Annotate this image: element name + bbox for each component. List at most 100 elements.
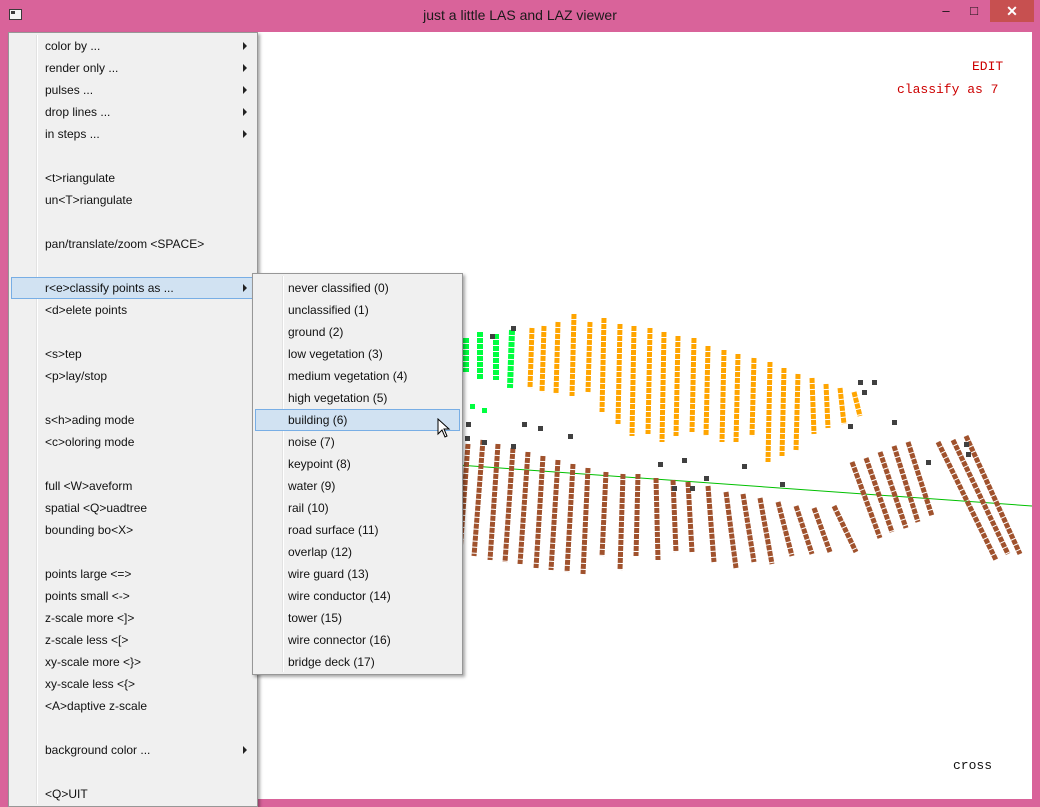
- menu-item-s-h-ading-mode[interactable]: s<h>ading mode: [11, 409, 255, 431]
- class-item-building-6[interactable]: building (6): [255, 409, 460, 431]
- menu-item-p-lay-stop[interactable]: <p>lay/stop: [11, 365, 255, 387]
- menu-item-label: xy-scale more <}>: [45, 655, 142, 669]
- menu-item-label: s<h>ading mode: [45, 413, 135, 427]
- menu-item-q-uit[interactable]: <Q>UIT: [11, 783, 255, 805]
- minimize-button[interactable]: –: [930, 0, 962, 22]
- class-item-overlap-12[interactable]: overlap (12): [255, 541, 460, 563]
- menu-item-label: z-scale less <[>: [45, 633, 129, 647]
- close-button[interactable]: ✕: [990, 0, 1034, 22]
- class-item-label: tower (15): [288, 611, 343, 625]
- unclassified-point: [862, 390, 867, 395]
- ground-scanline: [548, 459, 561, 571]
- menu-item-s-tep[interactable]: <s>tep: [11, 343, 255, 365]
- menu-item-spatial-q-uadtree[interactable]: spatial <Q>uadtree: [11, 497, 255, 519]
- menu-item-in-steps[interactable]: in steps ...: [11, 123, 255, 145]
- menu-item-label: render only ...: [45, 61, 119, 75]
- class-item-label: medium vegetation (4): [288, 369, 408, 383]
- menu-item-t-riangulate[interactable]: <t>riangulate: [11, 167, 255, 189]
- menu-item-r-e-classify-points-as[interactable]: r<e>classify points as ...: [11, 277, 255, 299]
- class-item-ground-2[interactable]: ground (2): [255, 321, 460, 343]
- class-item-never-classified-0[interactable]: never classified (0): [255, 277, 460, 299]
- unclassified-point: [465, 436, 470, 441]
- building-scanline: [779, 367, 787, 457]
- ground-scanline: [831, 504, 859, 554]
- menu-item-a-daptive-z-scale[interactable]: <A>daptive z-scale: [11, 695, 255, 717]
- class-item-water-9[interactable]: water (9): [255, 475, 460, 497]
- menu-item-un-t-riangulate[interactable]: un<T>riangulate: [11, 189, 255, 211]
- unclassified-point: [511, 444, 516, 449]
- menu-item-d-elete-points[interactable]: <d>elete points: [11, 299, 255, 321]
- menu-item-label: background color ...: [45, 743, 151, 757]
- unclassified-point: [742, 464, 747, 469]
- building-scanline: [749, 357, 757, 437]
- class-item-wire-guard-13[interactable]: wire guard (13): [255, 563, 460, 585]
- menu-item-xy-scale-less[interactable]: xy-scale less <{>: [11, 673, 255, 695]
- menu-item-render-only[interactable]: render only ...: [11, 57, 255, 79]
- menu-item-background-color[interactable]: background color ...: [11, 739, 255, 761]
- menu-item-bounding-bo-x[interactable]: bounding bo<X>: [11, 519, 255, 541]
- class-item-keypoint-8[interactable]: keypoint (8): [255, 453, 460, 475]
- menu-item-xy-scale-more[interactable]: xy-scale more <}>: [11, 651, 255, 673]
- class-item-label: noise (7): [288, 435, 335, 449]
- building-scanline: [689, 337, 697, 433]
- ground-scanline: [757, 497, 775, 565]
- ground-scanline: [775, 501, 795, 557]
- menu-item-pan-translate-zoom-space[interactable]: pan/translate/zoom <SPACE>: [11, 233, 255, 255]
- unclassified-point: [858, 380, 863, 385]
- menu-item-points-small[interactable]: points small <->: [11, 585, 255, 607]
- menu-item-pulses[interactable]: pulses ...: [11, 79, 255, 101]
- class-item-wire-conductor-14[interactable]: wire conductor (14): [255, 585, 460, 607]
- class-item-low-vegetation-3[interactable]: low vegetation (3): [255, 343, 460, 365]
- class-item-noise-7[interactable]: noise (7): [255, 431, 460, 453]
- menu-item-label: drop lines ...: [45, 105, 111, 119]
- class-item-high-vegetation-5[interactable]: high vegetation (5): [255, 387, 460, 409]
- class-item-label: never classified (0): [288, 281, 389, 295]
- context-menu: color by ... render only ... pulses ... dro…: [8, 32, 258, 807]
- classify-submenu: never classified (0) unclassified (1) grou…: [252, 273, 463, 675]
- menu-item-z-scale-less[interactable]: z-scale less <[>: [11, 629, 255, 651]
- ground-scanline: [502, 447, 516, 563]
- ground-scanline: [740, 493, 757, 563]
- unclassified-point: [522, 422, 527, 427]
- menu-item-c-oloring-mode[interactable]: <c>oloring mode: [11, 431, 255, 453]
- unclassified-point: [690, 486, 695, 491]
- menu-item-points-large[interactable]: points large <=>: [11, 563, 255, 585]
- ground-scanline: [653, 477, 661, 561]
- title-bar[interactable]: just a little LAS and LAZ viewer – □ ✕: [0, 0, 1040, 32]
- menu-item-label: z-scale more <]>: [45, 611, 135, 625]
- building-scanline: [823, 383, 831, 429]
- unclassified-point: [482, 440, 487, 445]
- class-item-tower-15[interactable]: tower (15): [255, 607, 460, 629]
- class-item-bridge-deck-17[interactable]: bridge deck (17): [255, 651, 460, 673]
- ground-scanline: [617, 473, 626, 571]
- class-item-label: building (6): [288, 413, 348, 427]
- menu-item-label: spatial <Q>uadtree: [45, 501, 148, 515]
- submenu-arrow-icon: [243, 86, 247, 94]
- class-item-label: wire conductor (14): [288, 589, 391, 603]
- vegetation-scanline: [507, 329, 515, 389]
- class-item-label: low vegetation (3): [288, 347, 383, 361]
- unclassified-point: [538, 426, 543, 431]
- class-item-rail-10[interactable]: rail (10): [255, 497, 460, 519]
- unclassified-point: [964, 442, 969, 447]
- building-scanline: [793, 373, 801, 451]
- ground-scanline: [705, 485, 717, 563]
- menu-item-label: <t>riangulate: [45, 171, 116, 185]
- class-item-unclassified-1[interactable]: unclassified (1): [255, 299, 460, 321]
- ground-scanline: [580, 467, 591, 575]
- class-item-medium-vegetation-4[interactable]: medium vegetation (4): [255, 365, 460, 387]
- building-scanline: [809, 377, 817, 435]
- menu-item-drop-lines[interactable]: drop lines ...: [11, 101, 255, 123]
- class-item-road-surface-11[interactable]: road surface (11): [255, 519, 460, 541]
- menu-item-label: <s>tep: [45, 347, 82, 361]
- menu-item-label: <Q>UIT: [45, 787, 88, 801]
- menu-item-z-scale-more[interactable]: z-scale more <]>: [11, 607, 255, 629]
- class-item-wire-connector-16[interactable]: wire connector (16): [255, 629, 460, 651]
- ground-scanline: [963, 434, 1023, 556]
- maximize-button[interactable]: □: [960, 0, 988, 22]
- menu-item-label: color by ...: [45, 39, 101, 53]
- building-scanline: [719, 349, 727, 443]
- menu-item-full-w-aveform[interactable]: full <W>aveform: [11, 475, 255, 497]
- menu-item-label: points large <=>: [45, 567, 132, 581]
- menu-item-color-by[interactable]: color by ...: [11, 35, 255, 57]
